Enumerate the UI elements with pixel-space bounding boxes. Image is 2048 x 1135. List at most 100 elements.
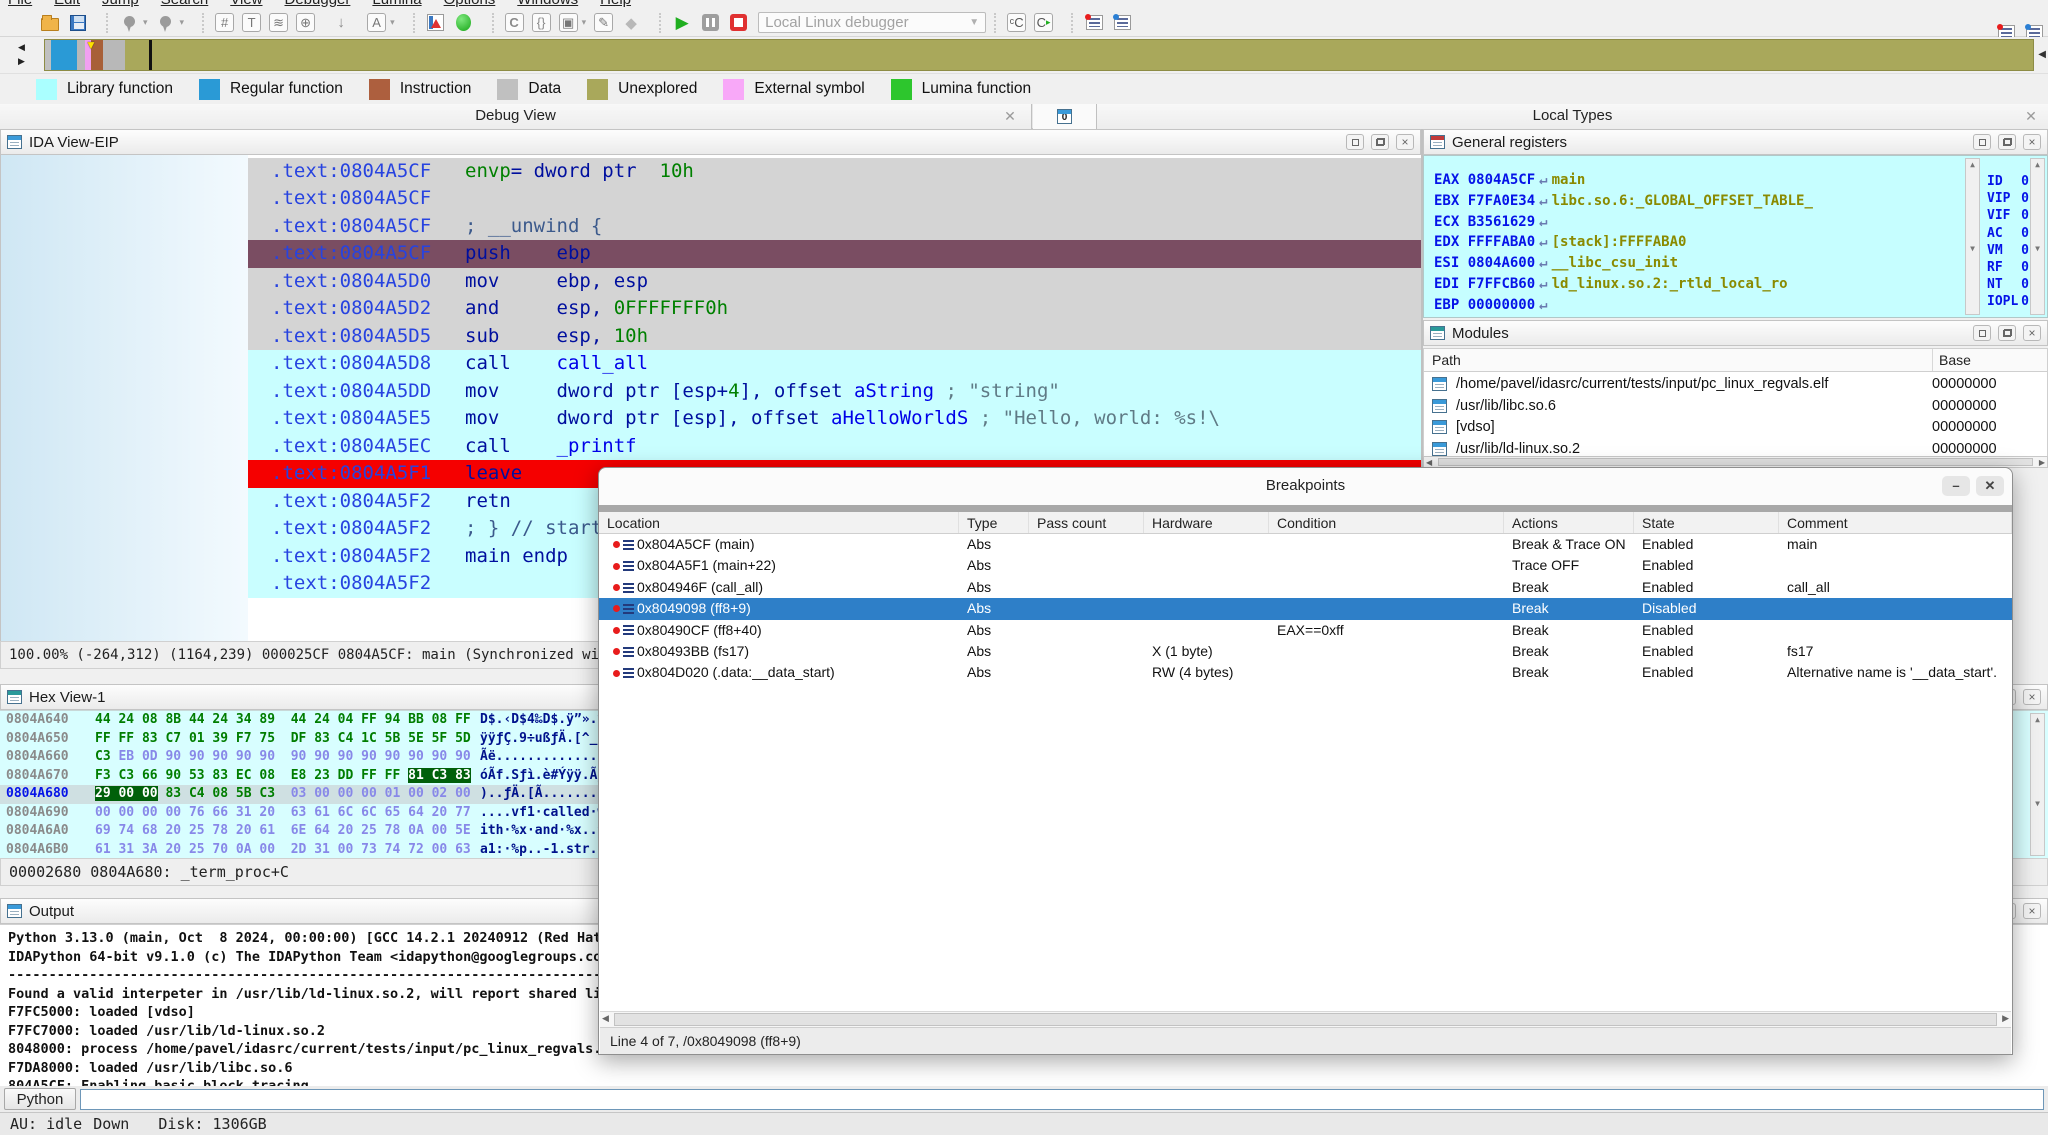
- float-icon[interactable]: [1371, 134, 1389, 150]
- disassembly-line[interactable]: .text:0804A5CF; __unwind {: [248, 213, 1421, 241]
- register-value[interactable]: 0804A5CF: [1468, 172, 1535, 188]
- register-value[interactable]: 00000000: [1468, 297, 1535, 313]
- close-icon[interactable]: ✕: [1001, 107, 1019, 125]
- float-icon[interactable]: [1998, 325, 2016, 341]
- navigator-scroll-arrows[interactable]: ◀▶: [4, 40, 42, 70]
- close-icon[interactable]: ×: [1396, 134, 1414, 150]
- navigation-band[interactable]: ▼: [44, 39, 2034, 71]
- menu-file[interactable]: File: [8, 0, 32, 8]
- menu-jump[interactable]: Jump: [102, 0, 139, 8]
- breakpoint-row[interactable]: 0x804A5F1 (main+22)AbsTrace OFFEnabled: [599, 555, 2012, 576]
- breakpoint-row[interactable]: 0x804D020 (.data:__data_start)AbsRW (4 b…: [599, 662, 2012, 683]
- tab-local-types[interactable]: Local Types ✕: [1097, 104, 2048, 129]
- nav-right-arrow[interactable]: ◀: [2038, 49, 2046, 60]
- menu-help[interactable]: Help: [600, 0, 631, 8]
- enter-arrow-icon[interactable]: ↵: [1535, 234, 1551, 250]
- register-row[interactable]: EDX FFFFABA0↵[stack]:FFFFABA0: [1434, 234, 1686, 254]
- register-row[interactable]: EBP 00000000↵: [1434, 297, 1552, 317]
- jump-address-icon[interactable]: ↓: [331, 13, 351, 33]
- menu-search[interactable]: Search: [161, 0, 209, 8]
- breakpoints-column-header[interactable]: LocationTypePass countHardwareConditionA…: [599, 512, 2012, 534]
- enter-arrow-icon[interactable]: ↵: [1535, 172, 1551, 188]
- diamond-icon[interactable]: ◆: [621, 13, 641, 33]
- register-row[interactable]: EDI F7FFCB60↵ld_linux.so.2:_rtld_local_r…: [1434, 276, 1788, 296]
- registers-panel[interactable]: ▲▼ ID0VIP0VIF0AC0VM0RF0NT0IOPL0 ▲▼ EAX 0…: [1423, 155, 2048, 318]
- tab-mini-desktop[interactable]: 0: [1033, 104, 1097, 129]
- modules-panel[interactable]: /home/pavel/idasrc/current/tests/input/p…: [1423, 372, 2048, 456]
- disassembly-line[interactable]: .text:0804A5E5mov dword ptr [esp], offse…: [248, 405, 1421, 433]
- enter-arrow-icon[interactable]: ↵: [1535, 276, 1551, 292]
- menu-options[interactable]: Options: [444, 0, 496, 8]
- register-value[interactable]: 0804A600: [1468, 255, 1535, 271]
- modules-header[interactable]: Modules ×: [1423, 320, 2048, 346]
- strings-window-icon[interactable]: ≋: [269, 13, 288, 32]
- float-icon[interactable]: [1998, 134, 2016, 150]
- disassembly-line[interactable]: .text:0804A5D5sub esp, 10h: [248, 323, 1421, 351]
- modules-col-base[interactable]: Base: [1932, 349, 1971, 371]
- enter-arrow-icon[interactable]: ↵: [1535, 297, 1551, 313]
- save-icon[interactable]: [68, 13, 88, 33]
- flag-row[interactable]: VIP0: [1987, 191, 2029, 208]
- continue-debugger-icon[interactable]: C▸: [1034, 13, 1053, 32]
- open-file-icon[interactable]: [40, 13, 60, 33]
- register-value[interactable]: FFFFABA0: [1468, 234, 1535, 250]
- menu-windows[interactable]: Windows: [517, 0, 578, 8]
- text-mode-icon[interactable]: A: [367, 13, 386, 32]
- chart-icon[interactable]: [426, 13, 446, 33]
- start-process-icon[interactable]: ▶: [672, 13, 692, 33]
- structs-icon[interactable]: {}: [532, 13, 551, 32]
- flag-row[interactable]: ID0: [1987, 174, 2029, 191]
- lumina-icon[interactable]: [454, 13, 474, 33]
- register-value[interactable]: F7FA0E34: [1468, 193, 1535, 209]
- menu-debugger[interactable]: Debugger: [285, 0, 351, 8]
- register-row[interactable]: EBX F7FA0E34↵libc.so.6:_GLOBAL_OFFSET_TA…: [1434, 193, 1813, 213]
- disassembly-line[interactable]: .text:0804A5DDmov dword ptr [esp+4], off…: [248, 378, 1421, 406]
- registers-scrollbar[interactable]: ▲▼: [1965, 158, 1980, 315]
- modules-col-path[interactable]: Path: [1432, 349, 1461, 371]
- create-function-icon[interactable]: ⊕: [296, 13, 315, 32]
- breakpoint-row[interactable]: 0x804946F (call_all)AbsBreakEnabledcall_…: [599, 577, 2012, 598]
- menu-edit[interactable]: Edit: [54, 0, 80, 8]
- menu-view[interactable]: View: [230, 0, 262, 8]
- flag-row[interactable]: RF0: [1987, 260, 2029, 277]
- bp-column-pass-count[interactable]: Pass count: [1029, 512, 1144, 533]
- register-row[interactable]: EAX 0804A5CF↵main: [1434, 172, 1585, 192]
- bp-column-location[interactable]: Location: [599, 512, 959, 533]
- disassembly-line[interactable]: .text:0804A5D2and esp, 0FFFFFFF0h: [248, 295, 1421, 323]
- menu-lumina[interactable]: Lumina: [372, 0, 421, 8]
- edit-icon[interactable]: ✎: [594, 13, 613, 32]
- bp-column-actions[interactable]: Actions: [1504, 512, 1634, 533]
- disassembly-line[interactable]: .text:0804A5CF: [248, 185, 1421, 213]
- jump-back-icon[interactable]: [119, 13, 139, 33]
- close-icon[interactable]: ✕: [1976, 476, 2004, 496]
- breakpoint-row[interactable]: 0x804A5CF (main)AbsBreak & Trace ONEnabl…: [599, 534, 2012, 555]
- close-icon[interactable]: ×: [2023, 689, 2041, 705]
- register-value[interactable]: B3561629: [1468, 214, 1535, 230]
- flags-panel[interactable]: ID0VIP0VIF0AC0VM0RF0NT0IOPL0: [1987, 156, 2029, 317]
- types-window-icon[interactable]: T: [242, 13, 261, 32]
- register-row[interactable]: ESI 0804A600↵__libc_csu_init: [1434, 255, 1678, 275]
- breakpoints-hscrollbar[interactable]: ◀▶: [600, 1011, 2011, 1027]
- bp-column-hardware[interactable]: Hardware: [1144, 512, 1269, 533]
- ida-view-header[interactable]: IDA View-EIP ×: [0, 129, 1421, 155]
- trace-list-icon[interactable]: [1112, 13, 1132, 33]
- close-icon[interactable]: ×: [2023, 134, 2041, 150]
- disassembly-line[interactable]: .text:0804A5ECcall _printf: [248, 433, 1421, 461]
- module-row[interactable]: /usr/lib/ld-linux.so.200000000: [1424, 439, 2047, 456]
- breakpoint-row[interactable]: 0x80493BB (fs17)AbsX (1 byte)BreakEnable…: [599, 641, 2012, 662]
- module-row[interactable]: /usr/lib/libc.so.600000000: [1424, 396, 2047, 417]
- chevron-down-icon[interactable]: ▾: [180, 17, 185, 28]
- register-row[interactable]: ECX B3561629↵: [1434, 214, 1552, 234]
- attach-debugger-icon[interactable]: ᶜC: [1007, 13, 1026, 32]
- breakpoints-dialog-titlebar[interactable]: Breakpoints – ✕: [599, 468, 2012, 505]
- restore-icon[interactable]: [1346, 134, 1364, 150]
- restore-icon[interactable]: [1973, 325, 1991, 341]
- registers-header[interactable]: General registers ×: [1423, 129, 2048, 155]
- flag-row[interactable]: IOPL0: [1987, 294, 2029, 311]
- breakpoint-row[interactable]: 0x8049098 (ff8+9)AbsBreakDisabled: [599, 598, 2012, 619]
- python-cli-button[interactable]: Python: [4, 1088, 76, 1110]
- flag-row[interactable]: NT0: [1987, 277, 2029, 294]
- disassembly-line[interactable]: .text:0804A5CFpush ebp: [248, 240, 1421, 268]
- module-row[interactable]: /home/pavel/idasrc/current/tests/input/p…: [1424, 374, 2047, 395]
- disassembly-line[interactable]: .text:0804A5D8call call_all: [248, 350, 1421, 378]
